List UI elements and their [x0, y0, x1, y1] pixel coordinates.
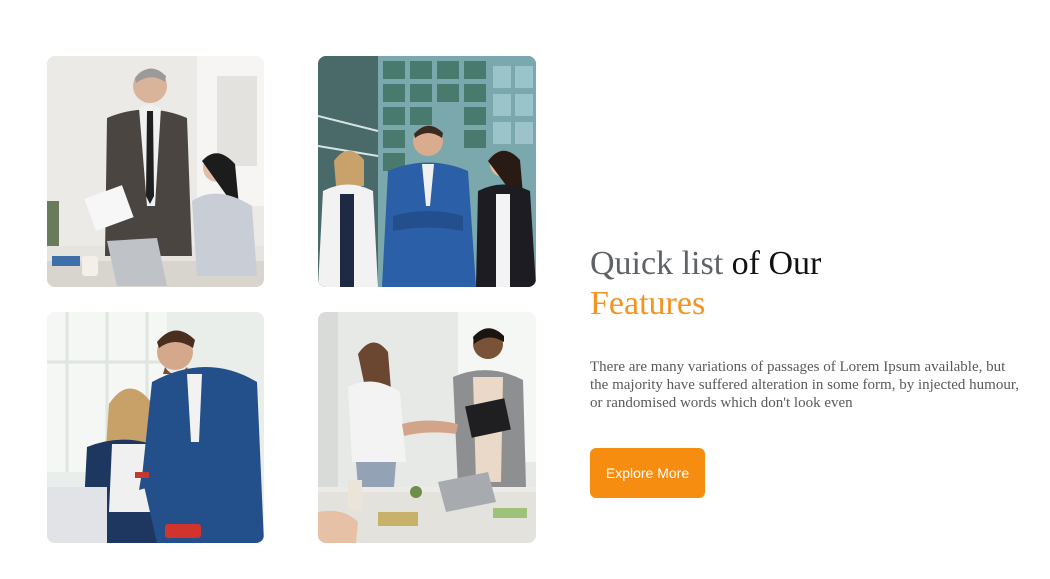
- features-description: There are many variations of passages of…: [590, 359, 1019, 411]
- features-content: Quick list of Our Features There are many…: [590, 244, 1030, 412]
- laptop-collaboration-photo: [47, 312, 264, 543]
- handshake-photo: [318, 312, 536, 543]
- explore-more-button[interactable]: Explore More: [590, 448, 705, 498]
- business-team-photo: [318, 56, 536, 287]
- office-meeting-photo: [47, 56, 264, 287]
- heading-accent-text: Features: [590, 285, 706, 322]
- heading-dark-text: of Our: [723, 245, 822, 282]
- features-heading: Quick list of Our Features: [590, 244, 1030, 324]
- heading-muted-text: Quick list: [590, 245, 724, 282]
